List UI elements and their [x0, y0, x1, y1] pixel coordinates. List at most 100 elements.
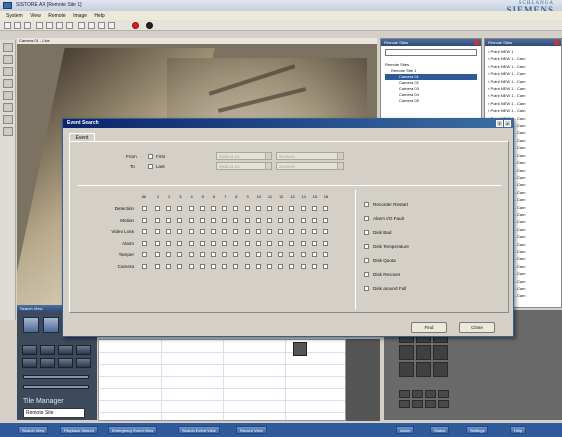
ptz-button[interactable] — [40, 358, 55, 368]
channel-checkbox[interactable] — [244, 217, 250, 223]
channel-checkbox[interactable] — [211, 229, 216, 234]
channel-checkbox[interactable] — [233, 240, 239, 246]
ptz-button[interactable] — [22, 345, 37, 355]
all-checkbox[interactable] — [142, 240, 147, 246]
channel-checkbox[interactable] — [199, 240, 205, 246]
all-checkbox[interactable] — [142, 229, 147, 234]
stop-icon[interactable] — [146, 22, 153, 29]
channel-checkbox[interactable] — [177, 252, 183, 257]
task-search-view[interactable]: Search View — [18, 426, 49, 434]
channel-checkbox[interactable] — [155, 240, 160, 246]
side-tool-icon[interactable] — [3, 67, 13, 76]
channel-checkbox[interactable] — [222, 240, 228, 246]
channel-checkbox[interactable] — [311, 217, 317, 223]
channel-checkbox[interactable] — [267, 252, 272, 257]
all-checkbox[interactable] — [142, 206, 147, 211]
task-record-view[interactable]: Record View — [236, 426, 267, 434]
channel-checkbox[interactable] — [255, 240, 261, 246]
channel-checkbox[interactable] — [199, 229, 205, 234]
channel-checkbox[interactable] — [323, 206, 328, 211]
channel-checkbox[interactable] — [289, 240, 295, 246]
channel-checkbox[interactable] — [211, 240, 216, 246]
toolbar-layout-4-icon[interactable] — [46, 22, 53, 29]
channel-checkbox[interactable] — [177, 229, 183, 234]
task-playback-search[interactable]: Playback Search — [60, 426, 99, 434]
record-list-item[interactable]: Point NEW 1 - Cam — [488, 55, 558, 62]
channel-checkbox[interactable] — [278, 252, 284, 257]
toolbar-open-icon[interactable] — [14, 22, 21, 29]
channel-checkbox[interactable] — [323, 240, 328, 246]
channel-checkbox[interactable] — [255, 263, 261, 269]
channel-checkbox[interactable] — [155, 229, 160, 234]
record-list-item[interactable]: Point NEW 1 - Cam — [488, 85, 558, 92]
option-checkbox[interactable] — [364, 230, 369, 235]
side-tool-icon[interactable] — [3, 103, 13, 112]
camera-thumbnail-icon[interactable] — [293, 342, 307, 356]
toolbar-search-icon[interactable] — [78, 22, 85, 29]
all-checkbox[interactable] — [142, 217, 147, 223]
channel-checkbox[interactable] — [300, 240, 306, 246]
task-search-event[interactable]: Search Event View — [178, 426, 220, 434]
channel-checkbox[interactable] — [233, 206, 239, 211]
channel-checkbox[interactable] — [233, 217, 239, 223]
layout-tile[interactable] — [433, 362, 448, 377]
channel-checkbox[interactable] — [211, 252, 216, 257]
channel-checkbox[interactable] — [155, 252, 160, 257]
menu-image[interactable]: Image — [73, 13, 87, 19]
last-checkbox[interactable] — [148, 164, 153, 169]
focus-slider[interactable] — [23, 385, 89, 389]
channel-checkbox[interactable] — [244, 229, 250, 234]
record-list-item[interactable]: Point NEW 1 - Cam — [488, 100, 558, 107]
channel-checkbox[interactable] — [323, 252, 328, 257]
channel-checkbox[interactable] — [188, 217, 194, 223]
channel-checkbox[interactable] — [188, 206, 194, 211]
first-checkbox[interactable] — [148, 154, 153, 159]
record-list-item[interactable]: Point NEW 1 - Cam — [488, 70, 558, 77]
channel-checkbox[interactable] — [166, 206, 172, 211]
layout-tile[interactable] — [416, 345, 431, 360]
channel-checkbox[interactable] — [255, 217, 261, 223]
channel-checkbox[interactable] — [188, 263, 194, 269]
to-date-field[interactable]: 2008-01-01 — [216, 162, 272, 170]
channel-checkbox[interactable] — [289, 217, 295, 223]
channel-checkbox[interactable] — [267, 206, 272, 211]
ptz-button[interactable] — [40, 345, 55, 355]
channel-checkbox[interactable] — [155, 217, 160, 223]
option-checkbox[interactable] — [364, 258, 369, 263]
layout-tile[interactable] — [416, 362, 431, 377]
playback-view-icon[interactable] — [43, 317, 59, 333]
from-time-field[interactable]: 00:00:00 — [276, 152, 344, 160]
channel-checkbox[interactable] — [188, 229, 194, 234]
channel-checkbox[interactable] — [289, 252, 295, 257]
channel-checkbox[interactable] — [278, 229, 284, 234]
menu-system[interactable]: System — [6, 13, 23, 19]
channel-checkbox[interactable] — [255, 252, 261, 257]
channel-checkbox[interactable] — [244, 263, 250, 269]
side-tool-icon[interactable] — [3, 127, 13, 136]
option-checkbox[interactable] — [364, 202, 369, 207]
channel-checkbox[interactable] — [177, 206, 183, 211]
channel-checkbox[interactable] — [177, 217, 183, 223]
layout-tile[interactable] — [399, 362, 414, 377]
channel-checkbox[interactable] — [300, 206, 306, 211]
channel-checkbox[interactable] — [199, 252, 205, 257]
channel-checkbox[interactable] — [278, 217, 284, 223]
to-time-field[interactable]: 23:59:59 — [276, 162, 344, 170]
layout-tile[interactable] — [438, 400, 449, 408]
tree-node-camera[interactable]: Camera 05 — [385, 98, 477, 104]
ptz-button[interactable] — [58, 358, 73, 368]
menu-help[interactable]: Help — [94, 13, 104, 19]
toolbar-layout-16-icon[interactable] — [66, 22, 73, 29]
channel-checkbox[interactable] — [233, 229, 239, 234]
channel-checkbox[interactable] — [289, 229, 295, 234]
channel-checkbox[interactable] — [267, 229, 272, 234]
channel-checkbox[interactable] — [199, 206, 205, 211]
all-checkbox[interactable] — [142, 263, 147, 269]
menu-remote[interactable]: Remote — [48, 13, 66, 19]
toolbar-grid-icon[interactable] — [108, 22, 115, 29]
channel-checkbox[interactable] — [300, 263, 306, 269]
channel-checkbox[interactable] — [278, 206, 284, 211]
option-checkbox[interactable] — [364, 272, 369, 277]
toolbar-new-icon[interactable] — [4, 22, 11, 29]
close-button[interactable]: Close — [459, 322, 495, 333]
